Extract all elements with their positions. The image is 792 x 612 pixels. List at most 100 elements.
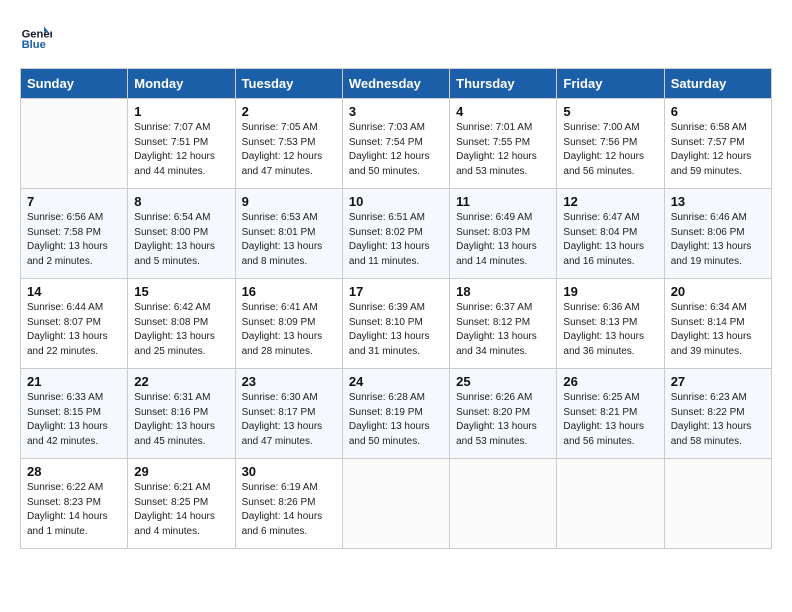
- calendar-cell: 17 Sunrise: 6:39 AM Sunset: 8:10 PM Dayli…: [342, 279, 449, 369]
- day-info: Sunrise: 6:34 AM Sunset: 8:14 PM Dayligh…: [671, 301, 765, 359]
- day-info: Sunrise: 6:26 AM Sunset: 8:20 PM Dayligh…: [456, 391, 550, 449]
- calendar-week-row: 21 Sunrise: 6:33 AM Sunset: 8:15 PM Dayli…: [21, 369, 772, 459]
- day-number: 16: [242, 284, 336, 299]
- calendar-week-row: 14 Sunrise: 6:44 AM Sunset: 8:07 PM Dayli…: [21, 279, 772, 369]
- calendar-cell: 22Sunrise: 6:31 AM Sunset: 8:16 PM Dayli…: [128, 369, 235, 459]
- calendar-cell: 24 Sunrise: 6:28 AM Sunset: 8:19 PM Dayli…: [342, 369, 449, 459]
- day-info: Sunrise: 6:39 AM Sunset: 8:10 PM Dayligh…: [349, 301, 443, 359]
- day-number: 28: [27, 464, 121, 479]
- calendar-cell: 12 Sunrise: 6:47 AM Sunset: 8:04 PM Dayli…: [557, 189, 664, 279]
- day-info: Sunrise: 6:37 AM Sunset: 8:12 PM Dayligh…: [456, 301, 550, 359]
- day-info: Sunrise: 6:42 AM Sunset: 8:08 PM Dayligh…: [134, 301, 228, 359]
- calendar-table: SundayMondayTuesdayWednesdayThursdayFrid…: [20, 68, 772, 549]
- weekday-header-thursday: Thursday: [450, 69, 557, 99]
- day-info: Sunrise: 6:33 AM Sunset: 8:15 PM Dayligh…: [27, 391, 121, 449]
- day-number: 3: [349, 104, 443, 119]
- calendar-cell: 25 Sunrise: 6:26 AM Sunset: 8:20 PM Dayli…: [450, 369, 557, 459]
- day-number: 11: [456, 194, 550, 209]
- day-number: 8: [134, 194, 228, 209]
- day-number: 5: [563, 104, 657, 119]
- day-info: Sunrise: 6:47 AM Sunset: 8:04 PM Dayligh…: [563, 211, 657, 269]
- day-number: 29: [134, 464, 228, 479]
- day-number: 2: [242, 104, 336, 119]
- day-info: Sunrise: 6:46 AM Sunset: 8:06 PM Dayligh…: [671, 211, 765, 269]
- calendar-cell: [342, 459, 449, 549]
- day-info: Sunrise: 6:51 AM Sunset: 8:02 PM Dayligh…: [349, 211, 443, 269]
- day-info: Sunrise: 6:36 AM Sunset: 8:13 PM Dayligh…: [563, 301, 657, 359]
- calendar-cell: 14 Sunrise: 6:44 AM Sunset: 8:07 PM Dayli…: [21, 279, 128, 369]
- calendar-cell: [450, 459, 557, 549]
- calendar-cell: 29 Sunrise: 6:21 AM Sunset: 8:25 PM Dayli…: [128, 459, 235, 549]
- calendar-cell: 3 Sunrise: 7:03 AM Sunset: 7:54 PM Daylig…: [342, 99, 449, 189]
- day-info: Sunrise: 6:25 AM Sunset: 8:21 PM Dayligh…: [563, 391, 657, 449]
- day-info: Sunrise: 7:07 AM Sunset: 7:51 PM Dayligh…: [134, 121, 228, 179]
- day-info: Sunrise: 6:21 AM Sunset: 8:25 PM Dayligh…: [134, 481, 228, 539]
- calendar-cell: 6Sunrise: 6:58 AM Sunset: 7:57 PM Daylig…: [664, 99, 771, 189]
- day-number: 23: [242, 374, 336, 389]
- calendar-cell: 9 Sunrise: 6:53 AM Sunset: 8:01 PM Daylig…: [235, 189, 342, 279]
- day-number: 18: [456, 284, 550, 299]
- day-info: Sunrise: 6:44 AM Sunset: 8:07 PM Dayligh…: [27, 301, 121, 359]
- day-number: 4: [456, 104, 550, 119]
- day-number: 13: [671, 194, 765, 209]
- day-number: 27: [671, 374, 765, 389]
- calendar-cell: 15 Sunrise: 6:42 AM Sunset: 8:08 PM Dayli…: [128, 279, 235, 369]
- day-number: 19: [563, 284, 657, 299]
- day-number: 30: [242, 464, 336, 479]
- day-number: 9: [242, 194, 336, 209]
- calendar-cell: [21, 99, 128, 189]
- day-number: 17: [349, 284, 443, 299]
- day-info: Sunrise: 6:53 AM Sunset: 8:01 PM Dayligh…: [242, 211, 336, 269]
- day-number: 6: [671, 104, 765, 119]
- day-info: Sunrise: 7:01 AM Sunset: 7:55 PM Dayligh…: [456, 121, 550, 179]
- calendar-cell: 27 Sunrise: 6:23 AM Sunset: 8:22 PM Dayli…: [664, 369, 771, 459]
- calendar-cell: [664, 459, 771, 549]
- logo: General Blue: [20, 20, 56, 52]
- day-number: 21: [27, 374, 121, 389]
- calendar-body: 1 Sunrise: 7:07 AM Sunset: 7:51 PM Daylig…: [21, 99, 772, 549]
- day-info: Sunrise: 6:23 AM Sunset: 8:22 PM Dayligh…: [671, 391, 765, 449]
- weekday-header-monday: Monday: [128, 69, 235, 99]
- day-number: 24: [349, 374, 443, 389]
- weekday-header-sunday: Sunday: [21, 69, 128, 99]
- calendar-cell: 11 Sunrise: 6:49 AM Sunset: 8:03 PM Dayli…: [450, 189, 557, 279]
- day-number: 25: [456, 374, 550, 389]
- calendar-cell: 18 Sunrise: 6:37 AM Sunset: 8:12 PM Dayli…: [450, 279, 557, 369]
- svg-text:Blue: Blue: [22, 39, 46, 51]
- day-info: Sunrise: 6:30 AM Sunset: 8:17 PM Dayligh…: [242, 391, 336, 449]
- calendar-cell: 4 Sunrise: 7:01 AM Sunset: 7:55 PM Daylig…: [450, 99, 557, 189]
- logo-icon: General Blue: [20, 20, 52, 52]
- calendar-cell: 13 Sunrise: 6:46 AM Sunset: 8:06 PM Dayli…: [664, 189, 771, 279]
- day-number: 20: [671, 284, 765, 299]
- calendar-cell: 23 Sunrise: 6:30 AM Sunset: 8:17 PM Dayli…: [235, 369, 342, 459]
- day-number: 15: [134, 284, 228, 299]
- calendar-cell: 5 Sunrise: 7:00 AM Sunset: 7:56 PM Daylig…: [557, 99, 664, 189]
- day-info: Sunrise: 6:56 AM Sunset: 7:58 PM Dayligh…: [27, 211, 121, 269]
- calendar-header-row: SundayMondayTuesdayWednesdayThursdayFrid…: [21, 69, 772, 99]
- day-info: Sunrise: 7:03 AM Sunset: 7:54 PM Dayligh…: [349, 121, 443, 179]
- weekday-header-saturday: Saturday: [664, 69, 771, 99]
- day-info: Sunrise: 7:00 AM Sunset: 7:56 PM Dayligh…: [563, 121, 657, 179]
- day-number: 26: [563, 374, 657, 389]
- calendar-cell: 16 Sunrise: 6:41 AM Sunset: 8:09 PM Dayli…: [235, 279, 342, 369]
- page-header: General Blue: [20, 20, 772, 52]
- day-number: 7: [27, 194, 121, 209]
- weekday-header-tuesday: Tuesday: [235, 69, 342, 99]
- day-info: Sunrise: 6:41 AM Sunset: 8:09 PM Dayligh…: [242, 301, 336, 359]
- day-info: Sunrise: 6:31 AM Sunset: 8:16 PM Dayligh…: [134, 391, 228, 449]
- calendar-cell: 19 Sunrise: 6:36 AM Sunset: 8:13 PM Dayli…: [557, 279, 664, 369]
- day-info: Sunrise: 6:19 AM Sunset: 8:26 PM Dayligh…: [242, 481, 336, 539]
- calendar-cell: 10Sunrise: 6:51 AM Sunset: 8:02 PM Dayli…: [342, 189, 449, 279]
- day-info: Sunrise: 6:22 AM Sunset: 8:23 PM Dayligh…: [27, 481, 121, 539]
- day-number: 12: [563, 194, 657, 209]
- day-info: Sunrise: 6:28 AM Sunset: 8:19 PM Dayligh…: [349, 391, 443, 449]
- weekday-header-friday: Friday: [557, 69, 664, 99]
- calendar-cell: 30 Sunrise: 6:19 AM Sunset: 8:26 PM Dayli…: [235, 459, 342, 549]
- weekday-header-wednesday: Wednesday: [342, 69, 449, 99]
- calendar-week-row: 1 Sunrise: 7:07 AM Sunset: 7:51 PM Daylig…: [21, 99, 772, 189]
- calendar-cell: 8Sunrise: 6:54 AM Sunset: 8:00 PM Daylig…: [128, 189, 235, 279]
- day-number: 14: [27, 284, 121, 299]
- day-number: 1: [134, 104, 228, 119]
- day-info: Sunrise: 6:49 AM Sunset: 8:03 PM Dayligh…: [456, 211, 550, 269]
- calendar-cell: 20 Sunrise: 6:34 AM Sunset: 8:14 PM Dayli…: [664, 279, 771, 369]
